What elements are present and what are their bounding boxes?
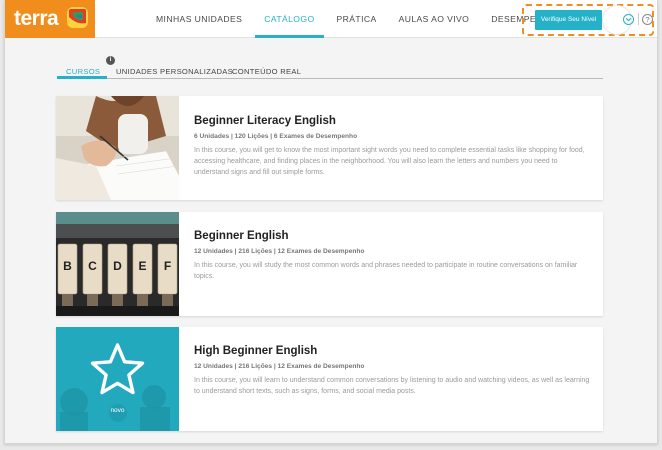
course-description: In this course, you will get to know the…	[194, 147, 585, 176]
star-overlay-image: novo	[56, 327, 179, 431]
course-title[interactable]: High Beginner English	[194, 345, 317, 357]
info-icon[interactable]: i	[106, 56, 115, 65]
course-card[interactable]: Beginner Literacy English 6 Unidades | 1…	[56, 96, 603, 200]
nav-minhas-unidades[interactable]: MINHAS UNIDADES	[145, 0, 253, 38]
block-letter: B	[63, 259, 72, 273]
course-thumbnail: novo	[56, 327, 179, 431]
letter-blocks-image: B C D E F	[56, 212, 179, 316]
course-title[interactable]: Beginner Literacy English	[194, 115, 336, 127]
catalog-tabs: CURSOS UNIDADES PERSONALIZADAS CONTEÚDO …	[57, 60, 603, 79]
terra-logo-icon	[67, 7, 88, 28]
nav-catalogo[interactable]: CATÁLOGO	[253, 0, 325, 38]
course-card[interactable]: novo High Beginner English 12 Unidades |…	[56, 327, 603, 431]
header-divider	[638, 13, 639, 25]
course-meta: 12 Unidades | 216 Lições | 12 Exames de …	[194, 248, 365, 255]
help-icon[interactable]: ?	[642, 14, 653, 25]
tab-cursos[interactable]: CURSOS	[66, 67, 100, 76]
top-header: terra MINHAS UNIDADES CATÁLOGO PRÁTICA A…	[5, 0, 657, 38]
course-card[interactable]: B C D E F Beginner English 12 Unidades |…	[56, 212, 603, 316]
main-nav: MINHAS UNIDADES CATÁLOGO PRÁTICA AULAS A…	[145, 0, 567, 38]
course-thumbnail	[56, 96, 179, 200]
logo-text: terra	[14, 7, 59, 30]
overlay-caption: novo	[110, 407, 124, 414]
app-window: terra MINHAS UNIDADES CATÁLOGO PRÁTICA A…	[4, 0, 658, 444]
chevron-down-icon[interactable]	[623, 14, 634, 25]
course-title[interactable]: Beginner English	[194, 230, 289, 242]
block-letter: D	[113, 259, 122, 273]
check-level-button[interactable]: Verifique Seu Nível	[535, 10, 602, 30]
tab-conteudo-real[interactable]: CONTEÚDO REAL	[232, 67, 301, 76]
chevron-glyph	[625, 17, 632, 22]
block-letter: C	[88, 259, 97, 273]
nav-pratica[interactable]: PRÁTICA	[326, 0, 388, 38]
course-description: In this course, you will study the most …	[194, 262, 578, 280]
block-letter: E	[138, 259, 146, 273]
course-meta: 6 Unidades | 120 Lições | 6 Exames de De…	[194, 133, 358, 140]
active-tab-indicator	[57, 76, 107, 79]
course-description: In this course, you will learn to unders…	[194, 377, 590, 395]
writing-hand-image	[56, 96, 179, 200]
terra-logo[interactable]: terra	[5, 0, 95, 38]
course-meta: 12 Unidades | 216 Lições | 12 Exames de …	[194, 363, 365, 370]
tab-unidades-personalizadas[interactable]: UNIDADES PERSONALIZADAS	[116, 67, 233, 76]
nav-aulas-ao-vivo[interactable]: AULAS AO VIVO	[388, 0, 481, 38]
block-letter: F	[164, 259, 171, 273]
course-thumbnail: B C D E F	[56, 212, 179, 316]
